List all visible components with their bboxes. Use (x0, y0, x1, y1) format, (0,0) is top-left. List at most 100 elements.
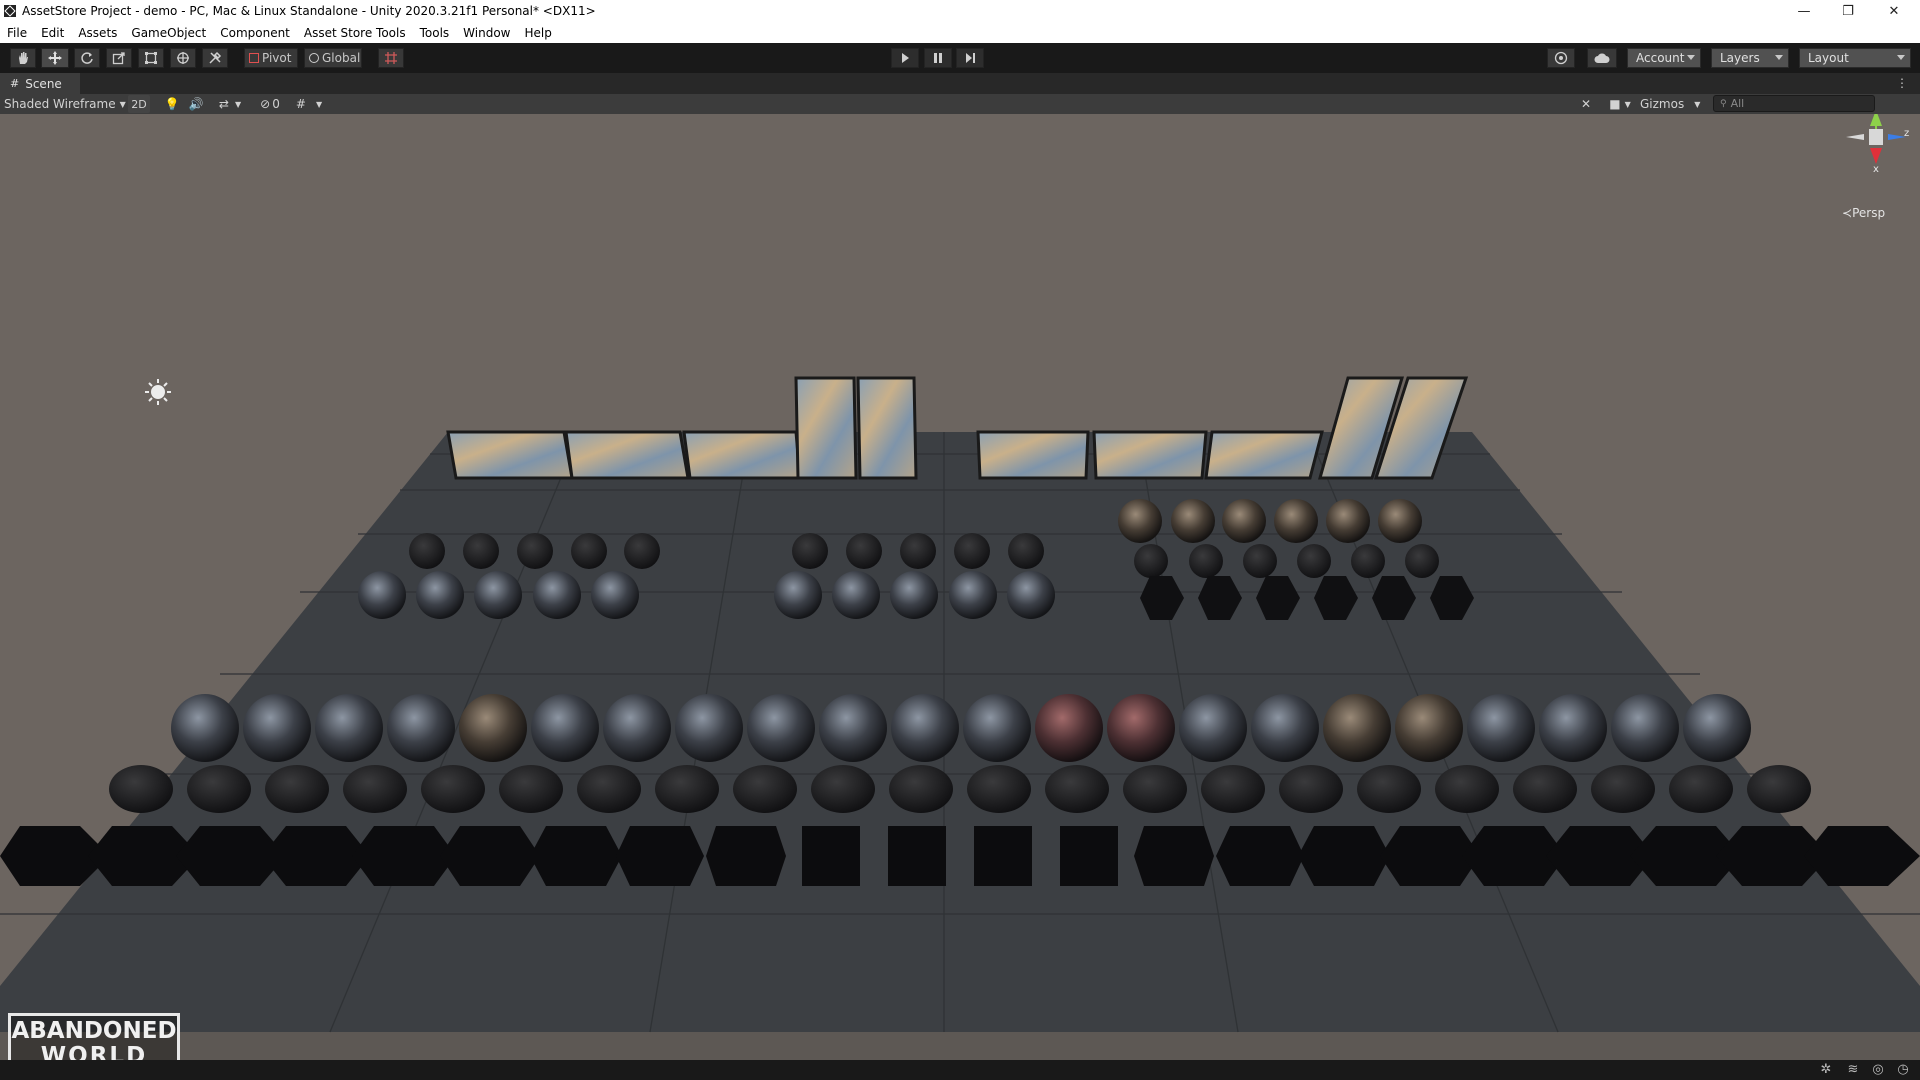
menu-edit[interactable]: Edit (34, 26, 71, 40)
axis-x-label: x (1873, 164, 1879, 175)
chevron-down-icon: ▼ (1624, 99, 1631, 109)
draw-mode-label: Shaded Wireframe (4, 97, 116, 111)
account-label: Account (1636, 51, 1685, 65)
step-button[interactable] (956, 48, 984, 68)
menu-window[interactable]: Window (456, 26, 517, 40)
close-button[interactable]: ✕ (1872, 0, 1916, 22)
bug-icon[interactable]: ✲ (1818, 1062, 1834, 1078)
menu-component[interactable]: Component (213, 26, 297, 40)
layers-stack-icon[interactable]: ≋ (1845, 1062, 1861, 1078)
scene-tab-bar: # Scene ⋮ (0, 73, 1920, 94)
play-button[interactable] (891, 48, 919, 68)
layers-dropdown[interactable]: Layers (1711, 48, 1789, 68)
rotate-tool-icon (81, 52, 93, 64)
lighting-progress-icon[interactable]: ◎ (1870, 1062, 1886, 1078)
main-toolbar: Pivot Global Account Layers Layout (0, 43, 1920, 73)
cloud-icon (1594, 53, 1610, 63)
hand-tool-icon (19, 52, 28, 64)
scale-tool-icon (112, 52, 125, 65)
orientation-gizmo[interactable]: y z x (1836, 114, 1916, 190)
logo-line-1: ABANDONED (11, 1018, 177, 1044)
chevron-down-icon (1897, 55, 1905, 60)
transform-tool-button[interactable] (170, 48, 196, 68)
lighting-toggle[interactable]: 💡 (164, 95, 180, 113)
chevron-down-icon (1775, 55, 1783, 60)
title-bar: AssetStore Project - demo - PC, Mac & Li… (0, 0, 1920, 22)
scene-tools-button[interactable]: ✕ (1578, 95, 1594, 113)
audio-toggle[interactable]: 🔊 (188, 95, 204, 113)
menu-asset-store-tools[interactable]: Asset Store Tools (297, 26, 413, 40)
camera-dropdown[interactable]: ■ ▼ (1606, 95, 1634, 113)
draw-mode-dropdown[interactable]: Shaded Wireframe ▼ (4, 95, 126, 113)
scene-visibility-toggle[interactable]: ⊘ 0 (256, 95, 284, 113)
layout-label: Layout (1808, 51, 1849, 65)
effects-dropdown[interactable]: ⇄ ▼ (214, 95, 246, 113)
perspective-arrow-icon: ≺ (1842, 206, 1853, 220)
hand-tool-button[interactable] (10, 48, 36, 68)
pause-icon (934, 53, 942, 63)
hidden-eye-icon: ⊘ (260, 97, 271, 111)
menu-gameobject[interactable]: GameObject (124, 26, 213, 40)
chevron-down-icon: ▼ (119, 99, 126, 109)
global-label: Global (322, 51, 361, 65)
menu-tools[interactable]: Tools (413, 26, 457, 40)
pivot-icon (249, 53, 259, 63)
rect-tool-button[interactable] (138, 48, 164, 68)
tab-scene-label: Scene (25, 76, 62, 91)
custom-tool-icon (209, 51, 222, 64)
grid-snap-icon (385, 52, 397, 64)
scene-render (0, 114, 1920, 1060)
hidden-objects-count: 0 (272, 97, 280, 111)
2d-toggle[interactable]: 2D (128, 95, 150, 113)
collab-icon (1554, 51, 1568, 65)
gizmos-dropdown[interactable]: Gizmos ▼ (1640, 95, 1700, 113)
maximize-button[interactable]: ❐ (1826, 0, 1870, 22)
cloud-button[interactable] (1587, 48, 1617, 68)
pivot-toggle[interactable]: Pivot (244, 48, 298, 68)
pause-button[interactable] (924, 48, 952, 68)
grid-dropdown[interactable]: # ▼ (290, 95, 328, 113)
menu-bar: File Edit Assets GameObject Component As… (0, 22, 1920, 43)
axis-gizmo-icon (1846, 114, 1906, 164)
layout-dropdown[interactable]: Layout (1799, 48, 1911, 68)
more-options-icon[interactable]: ⋮ (1896, 76, 1908, 90)
window-title: AssetStore Project - demo - PC, Mac & Li… (22, 4, 596, 18)
scene-view-toolbar: Shaded Wireframe ▼ 2D 💡 🔊 ⇄ ▼ ⊘ 0 # ▼ ✕ … (0, 94, 1920, 115)
tools-icon: ✕ (1580, 97, 1592, 111)
rotate-tool-button[interactable] (74, 48, 100, 68)
chevron-down-icon: ▼ (315, 99, 323, 109)
effects-icon: ⇄ (218, 97, 229, 111)
auto-generate-icon[interactable]: ◷ (1895, 1062, 1911, 1078)
scene-viewport[interactable]: y z x 🔒 ≺Persp (0, 114, 1920, 1060)
scene-search-input[interactable]: ⚲ All (1713, 95, 1875, 112)
scale-tool-button[interactable] (106, 48, 132, 68)
tab-scene[interactable]: # Scene (0, 73, 80, 94)
speaker-icon: 🔊 (188, 97, 204, 111)
custom-tool-button[interactable] (202, 48, 228, 68)
projection-label: Persp (1852, 206, 1886, 220)
minimize-button[interactable]: — (1782, 0, 1826, 22)
menu-file[interactable]: File (0, 26, 34, 40)
collab-button[interactable] (1547, 48, 1575, 68)
scene-tab-icon: # (10, 77, 20, 90)
menu-assets[interactable]: Assets (71, 26, 124, 40)
status-bar: ✲ ≋ ◎ ◷ (0, 1060, 1920, 1080)
transform-tool-icon (177, 52, 189, 64)
account-dropdown[interactable]: Account (1627, 48, 1701, 68)
step-icon (966, 53, 975, 63)
grid-snap-button[interactable] (378, 48, 404, 68)
rect-tool-icon (145, 52, 157, 64)
projection-toggle[interactable]: ≺Persp (1842, 206, 1885, 220)
grid-icon: # (295, 97, 306, 111)
gizmos-label: Gizmos (1640, 97, 1685, 111)
horizon-band (0, 1032, 1920, 1060)
global-toggle[interactable]: Global (304, 48, 362, 68)
unity-logo-icon (4, 5, 16, 17)
lightbulb-icon: 💡 (164, 97, 180, 111)
menu-help[interactable]: Help (518, 26, 559, 40)
search-placeholder: All (1730, 97, 1745, 110)
move-tool-button[interactable] (41, 48, 69, 68)
globe-icon (309, 53, 319, 63)
chevron-down-icon: ▼ (1694, 99, 1701, 109)
search-icon: ⚲ (1720, 98, 1727, 109)
